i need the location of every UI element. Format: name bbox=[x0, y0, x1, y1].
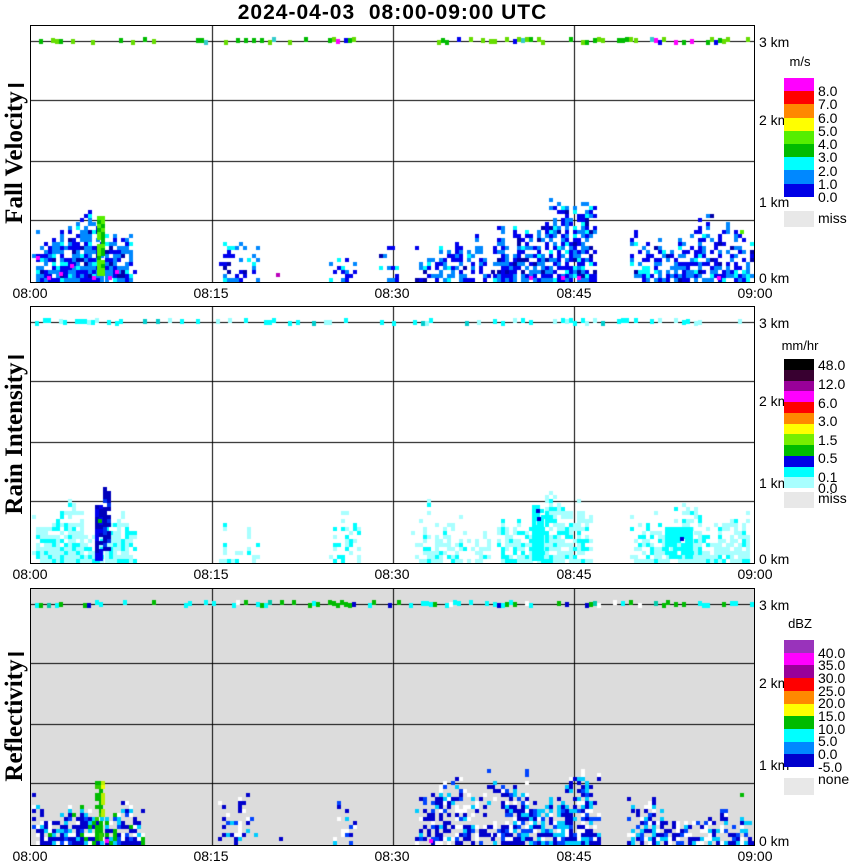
legend-color-block bbox=[784, 742, 814, 754]
legend-color-block bbox=[784, 467, 814, 477]
rain-intensity-ylabel: Rain Intensity bbox=[1, 355, 29, 515]
legend-color-block bbox=[784, 424, 814, 434]
x-axis-tick-label: 08:30 bbox=[374, 848, 410, 864]
fall-velocity-plot bbox=[31, 26, 754, 282]
legend-color-block bbox=[784, 729, 814, 742]
x-axis-tick-label: 08:00 bbox=[12, 285, 48, 301]
height-tick-label: 3 km bbox=[759, 315, 790, 331]
x-axis-tick-label: 08:00 bbox=[12, 848, 48, 864]
legend-value-label: 0.0 bbox=[818, 189, 838, 205]
legend-unit-label: dBZ bbox=[788, 616, 812, 631]
legend-miss-label: none bbox=[818, 771, 850, 787]
legend-color-block bbox=[784, 78, 814, 91]
legend-color-block bbox=[784, 678, 814, 691]
x-axis-tick-label: 08:30 bbox=[374, 285, 410, 301]
mrr-quicklook-page: 2024-04-03 08:00-09:00 UTC Fall Velocity… bbox=[0, 0, 850, 868]
page-title: 2024-04-03 08:00-09:00 UTC bbox=[237, 1, 548, 24]
rain-intensity-ylabel-text: Rain Intensity bbox=[1, 362, 28, 515]
x-axis-tick-label: 08:15 bbox=[193, 566, 229, 582]
legend-color-block bbox=[784, 131, 814, 144]
legend-color-block bbox=[784, 370, 814, 381]
height-tick-label: 0 km bbox=[759, 270, 790, 286]
legend-color-block bbox=[784, 456, 814, 467]
rain-intensity-panel bbox=[30, 306, 755, 564]
legend-color-block bbox=[784, 754, 814, 767]
x-axis-tick-label: 08:00 bbox=[12, 566, 48, 582]
legend-miss-label: miss bbox=[818, 210, 847, 226]
x-axis-tick-label: 09:00 bbox=[737, 848, 773, 864]
legend-miss-label: miss bbox=[818, 490, 847, 506]
legend-color-block bbox=[784, 704, 814, 716]
legend-color-block bbox=[784, 91, 814, 104]
x-axis-tick-label: 08:45 bbox=[556, 848, 592, 864]
legend-color-block bbox=[784, 359, 814, 370]
legend-color-block bbox=[784, 381, 814, 391]
legend-color-block bbox=[784, 391, 814, 402]
x-axis-tick-label: 08:15 bbox=[193, 285, 229, 301]
fall-velocity-ylabel-wrap: Fall Velocity bbox=[0, 25, 30, 283]
legend-color-block bbox=[784, 157, 814, 170]
legend-color-block bbox=[784, 653, 814, 665]
legend-value-label: 7.0 bbox=[818, 96, 838, 112]
x-axis-tick-label: 09:00 bbox=[737, 285, 773, 301]
fall-velocity-ylabel-text: Fall Velocity bbox=[1, 91, 28, 224]
height-tick-label: 0 km bbox=[759, 833, 790, 849]
legend-color-block bbox=[784, 402, 814, 413]
height-tick-label: 3 km bbox=[759, 597, 790, 613]
ylabel-tick bbox=[8, 652, 24, 656]
rain-intensity-plot bbox=[31, 307, 754, 563]
legend-color-block bbox=[784, 665, 814, 678]
legend-value-label: 6.0 bbox=[818, 395, 838, 411]
reflectivity-panel bbox=[30, 588, 755, 846]
legend-color-block bbox=[784, 184, 814, 197]
legend-color-block bbox=[784, 118, 814, 131]
legend-value-label: 0.5 bbox=[818, 450, 838, 466]
reflectivity-ylabel: Reflectivity bbox=[1, 652, 29, 782]
legend-color-block bbox=[784, 445, 814, 456]
reflectivity-plot bbox=[31, 589, 754, 845]
legend-value-label: 3.0 bbox=[818, 149, 838, 165]
legend-color-block bbox=[784, 640, 814, 653]
fall-velocity-ylabel: Fall Velocity bbox=[1, 84, 29, 224]
legend-value-label: 1.5 bbox=[818, 432, 838, 448]
x-axis-tick-label: 09:00 bbox=[737, 566, 773, 582]
legend-color-block bbox=[784, 413, 814, 424]
height-tick-label: 3 km bbox=[759, 34, 790, 50]
legend-unit-label: m/s bbox=[789, 54, 811, 69]
legend-value-label: 3.0 bbox=[818, 413, 838, 429]
height-tick-label: 0 km bbox=[759, 551, 790, 567]
legend-color-block bbox=[784, 170, 814, 184]
legend-color-block bbox=[784, 716, 814, 729]
x-axis-tick-label: 08:15 bbox=[193, 848, 229, 864]
height-tick-label: 1 km bbox=[759, 194, 790, 210]
fall-velocity-panel bbox=[30, 25, 755, 283]
reflectivity-ylabel-wrap: Reflectivity bbox=[0, 588, 30, 846]
ylabel-tick bbox=[8, 84, 24, 88]
x-axis-tick-label: 08:45 bbox=[556, 566, 592, 582]
legend-color-block bbox=[784, 477, 814, 488]
legend-color-block bbox=[784, 691, 814, 704]
legend-miss-block bbox=[784, 778, 814, 795]
legend-miss-block bbox=[784, 492, 814, 508]
legend-miss-block bbox=[784, 211, 814, 227]
legend-color-block bbox=[784, 104, 814, 118]
rain-intensity-ylabel-wrap: Rain Intensity bbox=[0, 306, 30, 564]
x-axis-tick-label: 08:45 bbox=[556, 285, 592, 301]
legend-value-label: 48.0 bbox=[818, 357, 846, 373]
reflectivity-ylabel-text: Reflectivity bbox=[1, 659, 28, 782]
ylabel-tick bbox=[8, 355, 24, 359]
legend-color-block bbox=[784, 434, 814, 445]
legend-value-label: 12.0 bbox=[818, 376, 846, 392]
legend-unit-label: mm/hr bbox=[781, 338, 819, 353]
x-axis-tick-label: 08:30 bbox=[374, 566, 410, 582]
legend-color-block bbox=[784, 144, 814, 157]
